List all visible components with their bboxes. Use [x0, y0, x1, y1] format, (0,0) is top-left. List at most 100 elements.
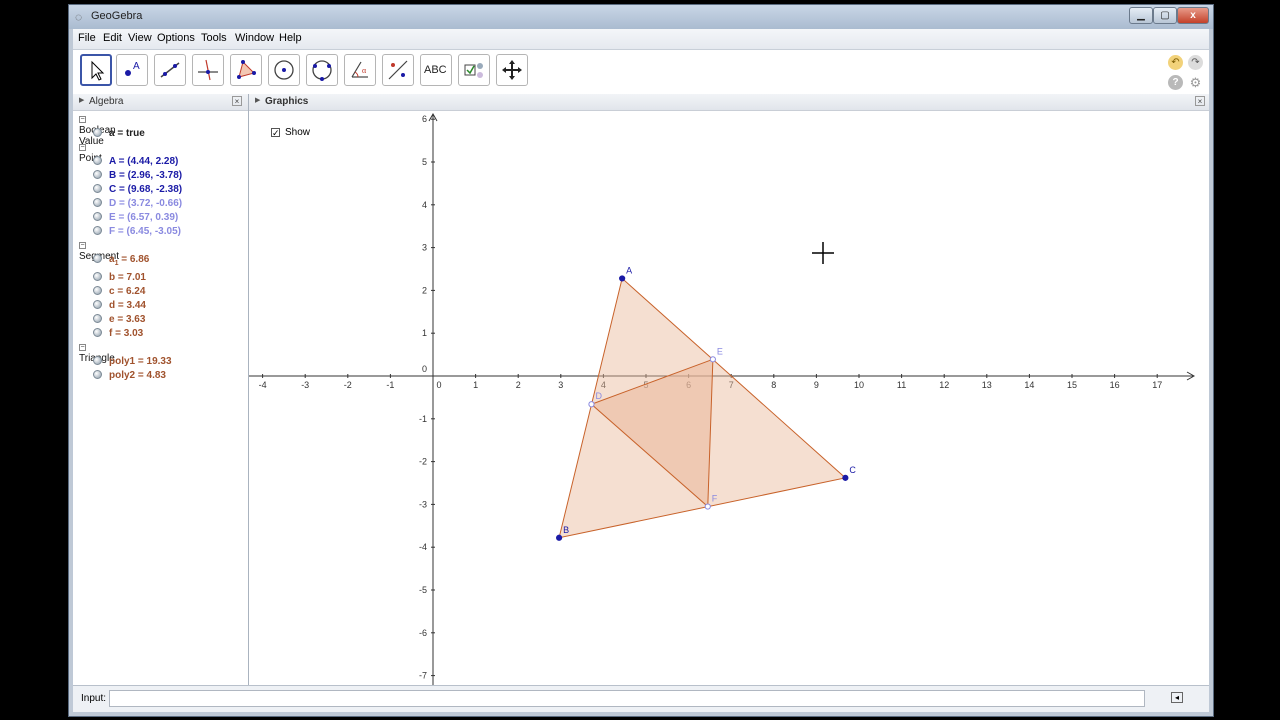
redo-icon[interactable]: ↷ — [1188, 55, 1203, 70]
algebra-item[interactable]: c = 6.24 — [93, 286, 145, 297]
visibility-toggle-icon[interactable] — [93, 198, 102, 207]
algebra-item[interactable]: d = 3.44 — [93, 300, 146, 311]
text-tool-button[interactable]: ABC — [420, 54, 452, 86]
move-tool-button[interactable] — [80, 54, 112, 86]
arrow-cursor-icon — [91, 60, 105, 81]
y-tick-label: 1 — [422, 328, 427, 338]
visibility-toggle-icon[interactable] — [93, 328, 102, 337]
point-label-e: E — [717, 346, 723, 356]
reflect-about-line-icon — [388, 60, 408, 80]
algebra-item[interactable]: C = (9.68, -2.38) — [93, 184, 182, 195]
algebra-item[interactable]: D = (3.72, -0.66) — [93, 198, 182, 209]
point-b — [555, 534, 563, 541]
panel-expand-icon[interactable]: ▶ — [255, 96, 260, 104]
point-label-b: B — [563, 525, 569, 535]
algebra-item[interactable]: a = true — [93, 128, 145, 139]
visibility-toggle-icon[interactable] — [93, 170, 102, 179]
menu-tools[interactable]: Tools — [201, 32, 227, 44]
help-icon[interactable]: ? — [1168, 75, 1183, 90]
geogebra-app-icon: ◌ — [75, 10, 83, 24]
polygon-tool-button[interactable] — [230, 54, 262, 86]
line-icon — [160, 62, 180, 78]
app-client-area: File Edit View Options Tools Window Help… — [73, 29, 1209, 712]
visibility-toggle-icon[interactable] — [93, 128, 102, 137]
x-tick-label: 3 — [558, 380, 563, 390]
menu-edit[interactable]: Edit — [103, 32, 122, 44]
visibility-toggle-icon[interactable] — [93, 212, 102, 221]
visibility-toggle-icon[interactable] — [93, 356, 102, 365]
graphics-view-header[interactable]: ▶ Graphics × — [249, 94, 1209, 111]
collapse-icon[interactable]: − — [79, 116, 86, 123]
angle-tool-button[interactable]: α — [344, 54, 376, 86]
menu-help[interactable]: Help — [279, 32, 302, 44]
algebra-item[interactable]: poly1 = 19.33 — [93, 356, 172, 367]
graphics-view-title: Graphics — [265, 96, 309, 107]
visibility-toggle-icon[interactable] — [93, 300, 102, 309]
circle-three-points-tool-button[interactable] — [306, 54, 338, 86]
perpendicular-line-icon — [198, 59, 218, 81]
x-tick-label: 10 — [854, 380, 864, 390]
point-icon: A — [125, 61, 140, 76]
input-field[interactable] — [109, 690, 1145, 707]
new-point-tool-button[interactable]: A — [116, 54, 148, 86]
visibility-toggle-icon[interactable] — [93, 156, 102, 165]
visibility-toggle-icon[interactable] — [93, 254, 102, 263]
maximize-button[interactable]: ▢ — [1153, 7, 1177, 24]
menu-window[interactable]: Window — [235, 32, 274, 44]
move-graphics-view-tool-button[interactable] — [496, 54, 528, 86]
algebra-item[interactable]: a1 = 6.86 — [93, 254, 149, 267]
close-algebra-view-icon[interactable]: × — [232, 96, 242, 106]
algebra-item[interactable]: E = (6.57, 0.39) — [93, 212, 178, 223]
algebra-item[interactable]: A = (4.44, 2.28) — [93, 156, 178, 167]
gear-icon[interactable]: ⚙ — [1188, 75, 1203, 90]
close-button[interactable]: x — [1177, 7, 1209, 24]
minimize-button[interactable]: ▁ — [1129, 7, 1153, 24]
close-graphics-view-icon[interactable]: × — [1195, 96, 1205, 106]
visibility-toggle-icon[interactable] — [93, 272, 102, 281]
y-tick-label: -4 — [419, 542, 427, 552]
menu-file[interactable]: File — [78, 32, 96, 44]
circle-three-points-icon — [312, 60, 332, 81]
y-tick-label: -7 — [419, 671, 427, 681]
algebra-item[interactable]: F = (6.45, -3.05) — [93, 226, 181, 237]
menu-view[interactable]: View — [128, 32, 152, 44]
undo-icon[interactable]: ↶ — [1168, 55, 1183, 70]
x-tick-label: 2 — [516, 380, 521, 390]
algebra-item-text: A = (4.44, 2.28) — [109, 156, 179, 167]
algebra-view-title: Algebra — [89, 96, 124, 107]
algebra-item[interactable]: b = 7.01 — [93, 272, 146, 283]
input-bar: Input: ◂ — [73, 685, 1209, 712]
show-checkbox[interactable]: ✓ Show — [271, 127, 310, 138]
virtual-keyboard-icon[interactable]: ◂ — [1171, 692, 1183, 703]
visibility-toggle-icon[interactable] — [93, 370, 102, 379]
panel-expand-icon[interactable]: ▶ — [79, 96, 84, 104]
visibility-toggle-icon[interactable] — [93, 286, 102, 295]
algebra-item[interactable]: B = (2.96, -3.78) — [93, 170, 182, 181]
title-bar[interactable]: ◌ GeoGebra ▁ ▢ x — [69, 5, 1213, 29]
graphics-canvas[interactable]: -4-3-2-101234567891011121314151617654321… — [249, 110, 1199, 690]
circle-center-point-tool-button[interactable] — [268, 54, 300, 86]
point-label-a: A — [626, 265, 632, 275]
algebra-item-text: D = (3.72, -0.66) — [109, 198, 183, 209]
visibility-toggle-icon[interactable] — [93, 184, 102, 193]
menu-options[interactable]: Options — [157, 32, 195, 44]
line-tool-button[interactable] — [154, 54, 186, 86]
collapse-icon[interactable]: − — [79, 344, 86, 351]
algebra-view-header[interactable]: ▶ Algebra × — [73, 94, 248, 111]
checkbox-checked-icon[interactable]: ✓ — [271, 128, 280, 138]
algebra-item[interactable]: poly2 = 4.83 — [93, 370, 166, 381]
graphics-view[interactable]: ▶ Graphics × -4-3-2-10123456789101112131… — [249, 94, 1209, 690]
perpendicular-line-tool-button[interactable] — [192, 54, 224, 86]
x-tick-label: 1 — [473, 380, 478, 390]
checkbox-tool-button[interactable] — [458, 54, 490, 86]
reflect-tool-button[interactable] — [382, 54, 414, 86]
collapse-icon[interactable]: − — [79, 144, 86, 151]
crosshair-cursor-icon — [812, 242, 834, 264]
algebra-item-text: a = true — [109, 128, 145, 139]
visibility-toggle-icon[interactable] — [93, 314, 102, 323]
visibility-toggle-icon[interactable] — [93, 226, 102, 235]
y-tick-label: 2 — [422, 285, 427, 295]
collapse-icon[interactable]: − — [79, 242, 86, 249]
algebra-item[interactable]: f = 3.03 — [93, 328, 143, 339]
algebra-item[interactable]: e = 3.63 — [93, 314, 145, 325]
